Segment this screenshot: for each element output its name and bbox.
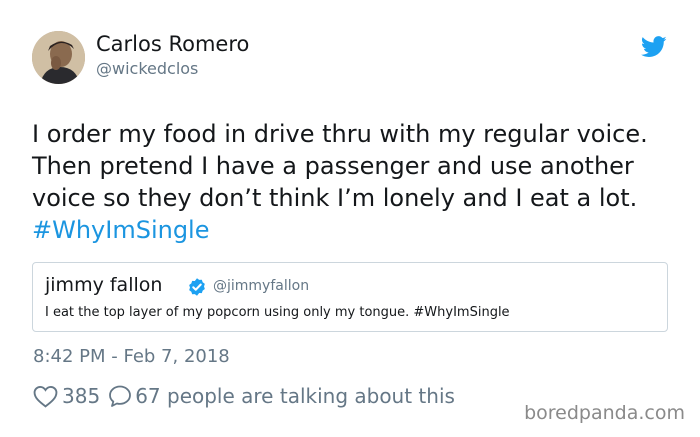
- quoted-author-handle[interactable]: @jimmyfallon: [213, 278, 309, 294]
- watermark: boredpanda.com: [524, 402, 685, 424]
- quoted-tweet-text: I eat the top layer of my popcorn using …: [45, 305, 510, 320]
- like-count[interactable]: 385: [62, 384, 100, 408]
- author-name[interactable]: Carlos Romero: [96, 32, 249, 56]
- quoted-author-name[interactable]: jimmy fallon: [45, 274, 162, 296]
- twitter-bird-icon[interactable]: [641, 36, 667, 58]
- tweet-text: I order my food in drive thru with my re…: [32, 118, 682, 246]
- replies-text[interactable]: 67 people are talking about this: [135, 384, 455, 408]
- tweet-body: I order my food in drive thru with my re…: [32, 120, 648, 212]
- tweet-actions: 385 67 people are talking about this: [33, 382, 455, 410]
- verified-badge-icon: [189, 278, 205, 296]
- heart-icon[interactable]: [33, 385, 58, 408]
- quoted-tweet[interactable]: jimmy fallon @jimmyfallon I eat the top …: [32, 262, 668, 332]
- tweet-card: Carlos Romero @wickedclos I order my foo…: [0, 0, 700, 437]
- hashtag-link[interactable]: #WhyImSingle: [32, 216, 210, 244]
- reply-bubble-icon[interactable]: [108, 384, 132, 408]
- avatar[interactable]: [32, 31, 85, 84]
- author-handle[interactable]: @wickedclos: [96, 59, 198, 78]
- tweet-timestamp[interactable]: 8:42 PM - Feb 7, 2018: [33, 346, 230, 367]
